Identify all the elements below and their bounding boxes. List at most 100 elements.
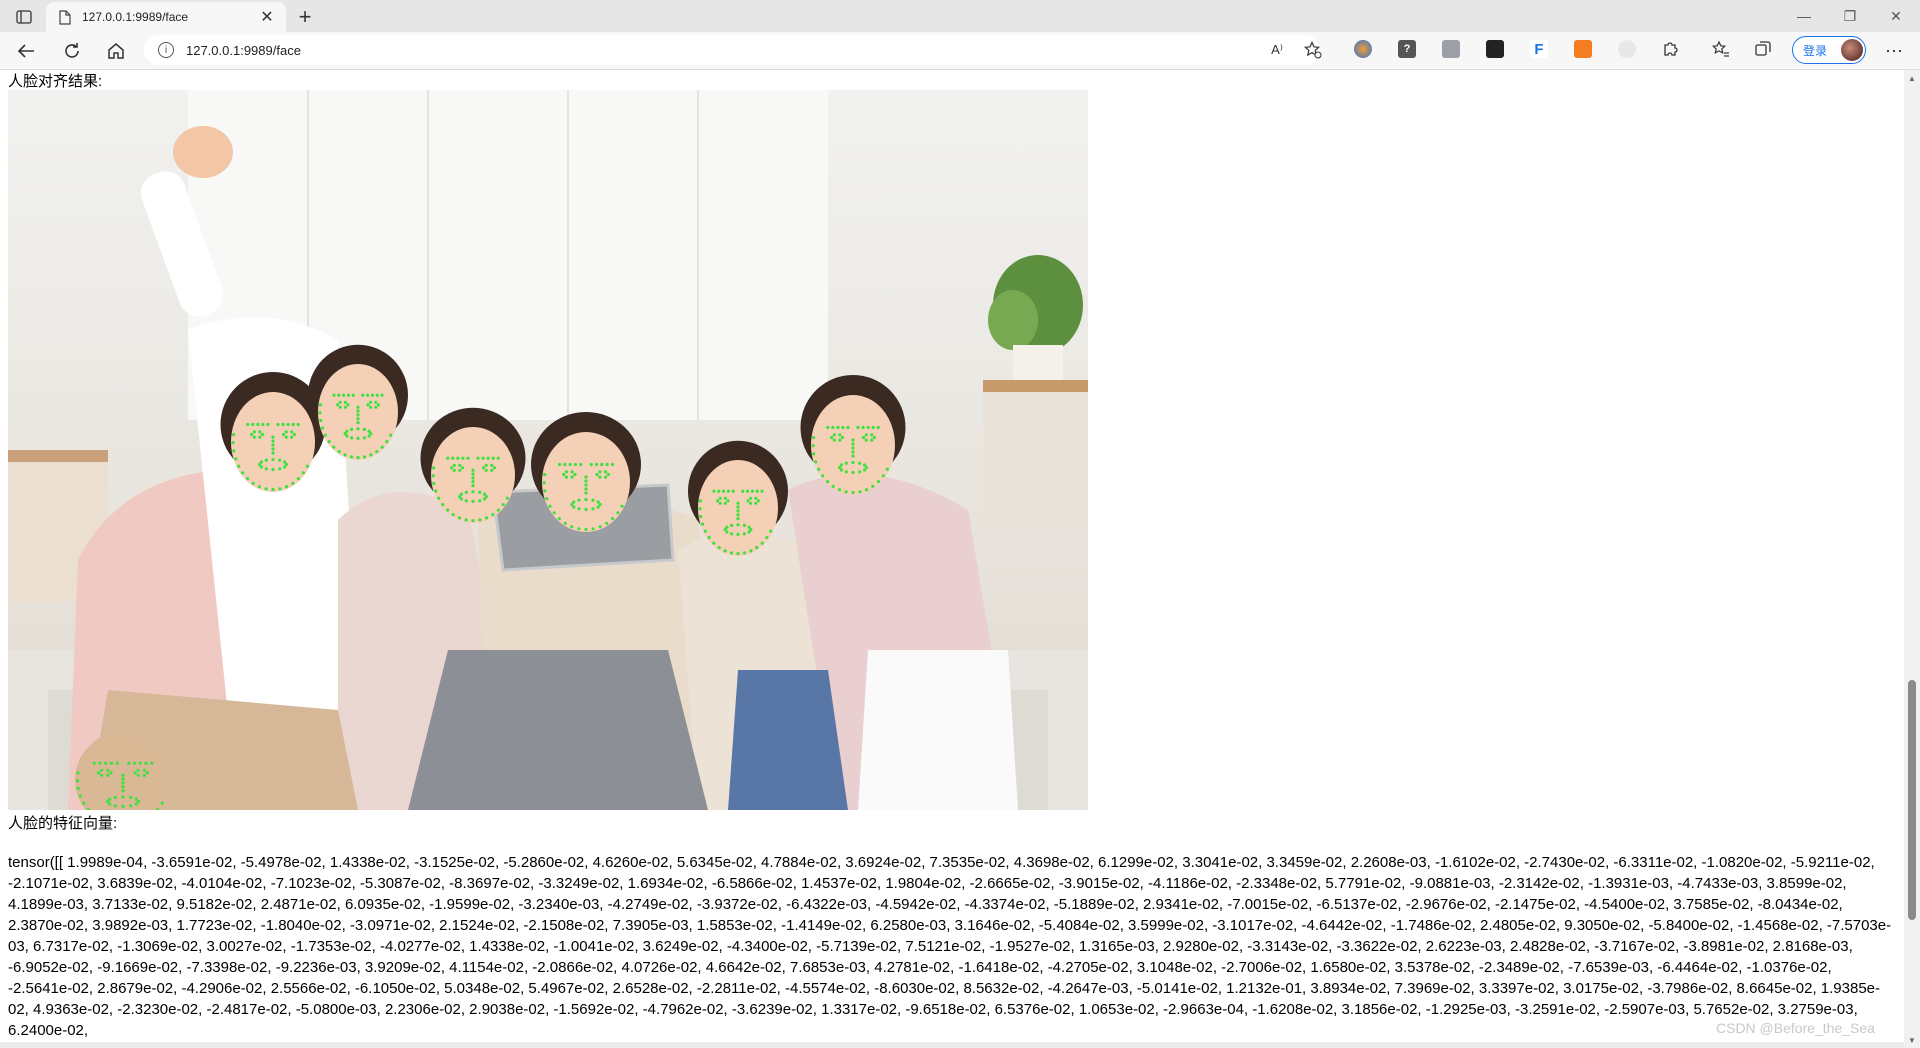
extension-grey-icon[interactable] <box>1618 40 1636 58</box>
landmark-dot <box>750 489 755 493</box>
landmark-dot <box>584 527 588 532</box>
site-info-icon[interactable]: i <box>158 42 174 58</box>
address-bar[interactable]: i 127.0.0.1:9989/face <box>144 35 1320 65</box>
landmark-dot <box>351 393 355 397</box>
landmark-dot <box>826 425 830 430</box>
landmark-dot <box>296 477 300 481</box>
home-button[interactable] <box>102 37 130 65</box>
extension-tamper-icon[interactable] <box>1486 40 1504 58</box>
extensions-puzzle-icon[interactable] <box>1662 40 1680 58</box>
vertical-scrollbar[interactable]: ▲ ▼ <box>1904 70 1920 1048</box>
landmark-dot <box>851 446 855 450</box>
landmark-dot <box>108 802 112 806</box>
scroll-down-icon[interactable]: ▼ <box>1904 1032 1920 1048</box>
extension-help-icon[interactable]: ? <box>1398 40 1416 58</box>
landmark-dot <box>568 462 572 467</box>
landmark-dot <box>260 432 265 437</box>
window-minimize-button[interactable]: — <box>1782 0 1826 32</box>
alignment-result-label: 人脸对齐结果: <box>8 73 103 90</box>
extension-orange-icon[interactable] <box>1574 40 1592 58</box>
landmark-dot <box>606 472 611 477</box>
window-close-button[interactable]: ✕ <box>1874 0 1918 32</box>
settings-more-button[interactable]: ⋯ <box>1880 37 1908 65</box>
landmark-dot <box>856 425 860 430</box>
landmark-dot <box>760 541 764 545</box>
landmark-dot <box>851 442 855 446</box>
horizontal-scrollbar[interactable] <box>0 1042 1904 1048</box>
landmark-dot <box>557 517 562 521</box>
landmark-dot <box>451 513 455 517</box>
landmark-dot <box>132 761 137 765</box>
landmark-dot <box>121 795 125 799</box>
landmark-dot <box>361 393 365 397</box>
landmark-dot <box>598 475 602 479</box>
address-url[interactable]: 127.0.0.1:9989/face <box>186 43 301 58</box>
landmark-dot <box>369 405 373 409</box>
landmark-dot <box>871 484 875 488</box>
landmark-dot <box>356 417 360 421</box>
landmark-dot <box>478 499 482 503</box>
home-icon <box>108 43 124 59</box>
landmark-dot <box>864 433 868 437</box>
login-button[interactable]: 登录 <box>1792 36 1866 64</box>
browser-tab-active[interactable]: 127.0.0.1:9989/face ✕ <box>46 2 286 32</box>
landmark-dot <box>812 452 816 456</box>
landmark-dot <box>458 468 462 472</box>
face-alignment-photo <box>8 90 1088 810</box>
landmark-dot <box>283 465 287 469</box>
landmark-dot <box>577 527 581 531</box>
window-restore-button[interactable]: ❐ <box>1828 0 1872 32</box>
landmark-dot <box>459 492 463 496</box>
landmark-dot <box>481 456 485 460</box>
landmark-dot <box>375 450 379 454</box>
landmark-dot <box>836 425 840 430</box>
landmark-dot <box>106 773 110 777</box>
landmark-dot <box>460 466 465 470</box>
tab-title: 127.0.0.1:9989/face <box>82 10 189 24</box>
landmark-dot <box>573 462 578 467</box>
landmark-dot <box>375 393 379 397</box>
tab-close-icon[interactable]: ✕ <box>258 8 276 26</box>
scrollbar-thumb[interactable] <box>1908 680 1916 920</box>
landmark-dot <box>756 499 761 503</box>
landmark-dot <box>717 489 721 493</box>
back-button[interactable] <box>12 37 40 65</box>
landmark-dot <box>457 516 462 520</box>
landmark-dot <box>742 523 747 527</box>
landmark-dot <box>231 441 235 445</box>
extension-firefox-icon[interactable] <box>1354 40 1372 58</box>
landmark-dot <box>256 422 260 427</box>
favorites-icon[interactable] <box>1712 40 1730 58</box>
extension-f-icon[interactable]: F <box>1530 40 1548 58</box>
landmark-dot <box>286 422 290 427</box>
new-tab-button[interactable]: + <box>292 4 318 30</box>
landmark-dot <box>831 484 835 488</box>
tab-actions-button[interactable] <box>10 6 38 28</box>
landmark-dot <box>283 460 287 464</box>
landmark-dot <box>851 490 855 495</box>
landmark-dot <box>491 513 495 517</box>
landmark-dot <box>136 800 140 804</box>
landmark-dot <box>437 496 441 500</box>
collections-icon[interactable] <box>1754 40 1772 58</box>
landmark-dot <box>142 773 146 777</box>
landmark-dot <box>866 425 870 430</box>
landmark-dot <box>723 501 728 505</box>
landmark-dot <box>584 475 588 479</box>
read-aloud-button[interactable]: A⁾ <box>1264 37 1290 63</box>
landmark-dot <box>858 490 862 494</box>
landmark-dot <box>338 405 342 409</box>
landmark-dot <box>343 405 347 409</box>
reload-button[interactable] <box>58 37 86 65</box>
landmark-dot <box>301 471 305 475</box>
landmark-dot <box>464 499 468 503</box>
landmark-dot <box>863 463 867 467</box>
landmark-dot <box>446 508 450 512</box>
extension-shield-icon[interactable] <box>1442 40 1460 58</box>
landmark-dot <box>250 432 254 437</box>
landmark-dot <box>564 470 569 474</box>
scroll-up-icon[interactable]: ▲ <box>1904 70 1920 86</box>
landmark-dot <box>573 472 577 477</box>
landmark-dot <box>356 409 360 413</box>
add-favorite-button[interactable] <box>1300 37 1326 63</box>
